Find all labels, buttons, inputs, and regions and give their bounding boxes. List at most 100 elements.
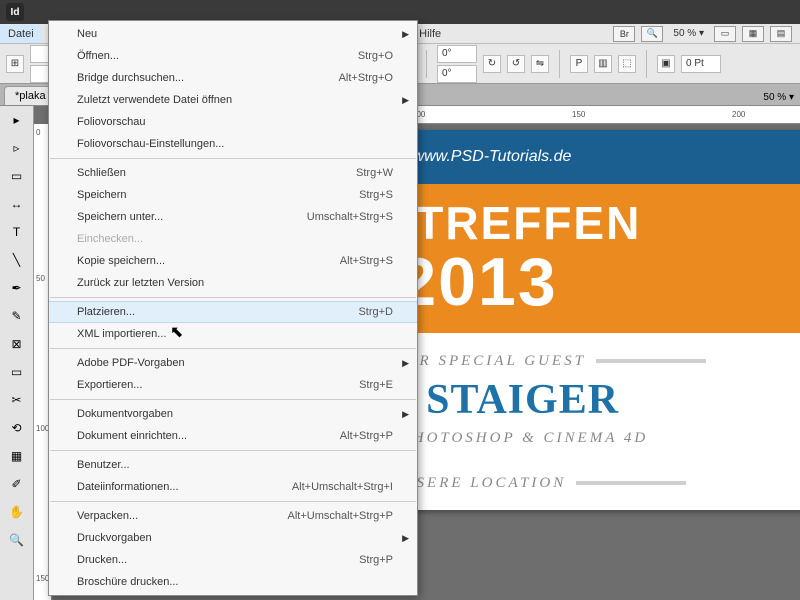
menu-separator (50, 348, 416, 349)
menu-item[interactable]: Zuletzt verwendete Datei öffnen ▶ (49, 89, 417, 111)
screen-mode-icon[interactable]: ▦ (742, 26, 764, 42)
stroke-icon[interactable]: ▣ (657, 55, 675, 73)
menu-shortcut: Alt+Strg+O (339, 70, 393, 86)
menu-shortcut: Alt+Umschalt+Strg+P (288, 508, 393, 524)
menu-item-label: Dateiinformationen... (77, 479, 179, 495)
menu-item[interactable]: Verpacken... Alt+Umschalt+Strg+P (49, 505, 417, 527)
transform-tool-icon[interactable]: ⟲ (3, 416, 31, 440)
view-mode-icon[interactable]: ▭ (714, 26, 736, 42)
app-logo: Id (6, 3, 24, 21)
object-icon[interactable]: ⬚ (618, 55, 636, 73)
menu-item: Einchecken... (49, 228, 417, 250)
rotation-field[interactable]: 0° (437, 45, 477, 63)
menu-item[interactable]: Zurück zur letzten Version (49, 272, 417, 294)
reference-point-icon[interactable]: ⊞ (6, 55, 24, 73)
paragraph-icon[interactable]: P (570, 55, 588, 73)
ruler-tick: 150 (572, 110, 585, 119)
ruler-tick: 200 (732, 110, 745, 119)
menu-separator (50, 399, 416, 400)
menu-item-label: Drucken... (77, 552, 127, 568)
rotate-ccw-icon[interactable]: ↺ (507, 55, 525, 73)
submenu-arrow-icon: ▶ (402, 406, 409, 422)
line-tool-icon[interactable]: ╲ (3, 248, 31, 272)
menu-item-label: Zuletzt verwendete Datei öffnen (77, 92, 232, 108)
shear-field[interactable]: 0° (437, 65, 477, 83)
menu-separator (50, 158, 416, 159)
arrange-icon[interactable]: ▤ (770, 26, 792, 42)
menu-item[interactable]: Dateiinformationen... Alt+Umschalt+Strg+I (49, 476, 417, 498)
frame-tool-icon[interactable]: ⊠ (3, 332, 31, 356)
menu-item[interactable]: Speichern unter...Umschalt+Strg+S (49, 206, 417, 228)
menu-item-label: Exportieren... (77, 377, 142, 393)
menu-item-label: Schließen (77, 165, 126, 181)
menu-item[interactable]: Broschüre drucken... (49, 571, 417, 593)
menu-separator (50, 450, 416, 451)
type-tool-icon[interactable]: T (3, 220, 31, 244)
menu-item-label: Platzieren... (77, 304, 135, 320)
menu-item[interactable]: Kopie speichern...Alt+Strg+S (49, 250, 417, 272)
site-url: www.PSD-Tutorials.de (413, 148, 572, 166)
menu-item[interactable]: Druckvorgaben▶ (49, 527, 417, 549)
gap-tool-icon[interactable]: ↔ (3, 192, 31, 216)
rectangle-tool-icon[interactable]: ▭ (3, 360, 31, 384)
eyedropper-tool-icon[interactable]: ✐ (3, 472, 31, 496)
rotate-cw-icon[interactable]: ↻ (483, 55, 501, 73)
menu-shortcut: Strg+D (358, 304, 393, 320)
menu-item[interactable]: SpeichernStrg+S (49, 184, 417, 206)
menu-item-label: Dokument einrichten... (77, 428, 187, 444)
menu-shortcut: Umschalt+Strg+S (307, 209, 393, 225)
bridge-button[interactable]: Br (613, 26, 635, 42)
text-frame-icon[interactable]: ▥ (594, 55, 612, 73)
menu-item-label: Verpacken... (77, 508, 138, 524)
menu-separator (50, 297, 416, 298)
menu-item[interactable]: XML importieren... (49, 323, 417, 345)
menu-item-label: Neu (77, 26, 97, 42)
submenu-arrow-icon: ▶ (402, 92, 409, 108)
menu-item[interactable]: Foliovorschau-Einstellungen... (49, 133, 417, 155)
menu-item[interactable]: Adobe PDF-Vorgaben▶ (49, 352, 417, 374)
direct-select-tool-icon[interactable]: ▹ (3, 136, 31, 160)
scissors-tool-icon[interactable]: ✂ (3, 388, 31, 412)
submenu-arrow-icon: ▶ (402, 26, 409, 42)
ruler-tick: 50 (36, 274, 45, 283)
menu-shortcut: Alt+Umschalt+Strg+I (292, 479, 393, 495)
pen-tool-icon[interactable]: ✒ (3, 276, 31, 300)
menu-item-label: Foliovorschau (77, 114, 145, 130)
menu-item-label: Einchecken... (77, 231, 143, 247)
menu-item-label: Dokumentvorgaben (77, 406, 173, 422)
menu-item[interactable]: Dokument einrichten... Alt+Strg+P (49, 425, 417, 447)
zoom-dropdown[interactable]: 50 % ▾ (669, 28, 708, 39)
menu-shortcut: Strg+S (359, 187, 393, 203)
menu-item[interactable]: Foliovorschau (49, 111, 417, 133)
selection-tool-icon[interactable]: ▸ (3, 108, 31, 132)
menu-shortcut: Strg+O (358, 48, 393, 64)
menu-item[interactable]: Exportieren... Strg+E (49, 374, 417, 396)
pencil-tool-icon[interactable]: ✎ (3, 304, 31, 328)
menu-item-label: Benutzer... (77, 457, 130, 473)
menu-shortcut: Strg+E (359, 377, 393, 393)
stroke-weight-field[interactable]: 0 Pt (681, 55, 721, 73)
tab-zoom[interactable]: 50 % ▾ (757, 90, 800, 105)
menu-item[interactable]: Benutzer... (49, 454, 417, 476)
menu-item[interactable]: Drucken...Strg+P (49, 549, 417, 571)
menu-item-label: Kopie speichern... (77, 253, 165, 269)
page-tool-icon[interactable]: ▭ (3, 164, 31, 188)
menu-item-label: Bridge durchsuchen... (77, 70, 184, 86)
menu-item-label: Druckvorgaben (77, 530, 152, 546)
gradient-tool-icon[interactable]: ▦ (3, 444, 31, 468)
search-icon[interactable]: 🔍 (641, 26, 663, 42)
hand-tool-icon[interactable]: ✋ (3, 500, 31, 524)
menu-item[interactable]: Öffnen... Strg+O (49, 45, 417, 67)
menu-item[interactable]: Bridge durchsuchen... Alt+Strg+O (49, 67, 417, 89)
menu-item[interactable]: Dokumentvorgaben ▶ (49, 403, 417, 425)
menu-item[interactable]: Platzieren... Strg+D (49, 301, 417, 323)
menu-datei[interactable]: Datei (0, 25, 42, 43)
zoom-tool-icon[interactable]: 🔍 (3, 528, 31, 552)
file-menu-dropdown: Neu ▶ Öffnen... Strg+O Bridge durchsuchen...… (48, 20, 418, 596)
menu-item[interactable]: SchließenStrg+W (49, 162, 417, 184)
flip-h-icon[interactable]: ⇋ (531, 55, 549, 73)
menu-item[interactable]: Neu ▶ (49, 23, 417, 45)
menu-item-label: Broschüre drucken... (77, 574, 179, 590)
menu-item-label: Öffnen... (77, 48, 119, 64)
menu-shortcut: Alt+Strg+P (340, 428, 393, 444)
